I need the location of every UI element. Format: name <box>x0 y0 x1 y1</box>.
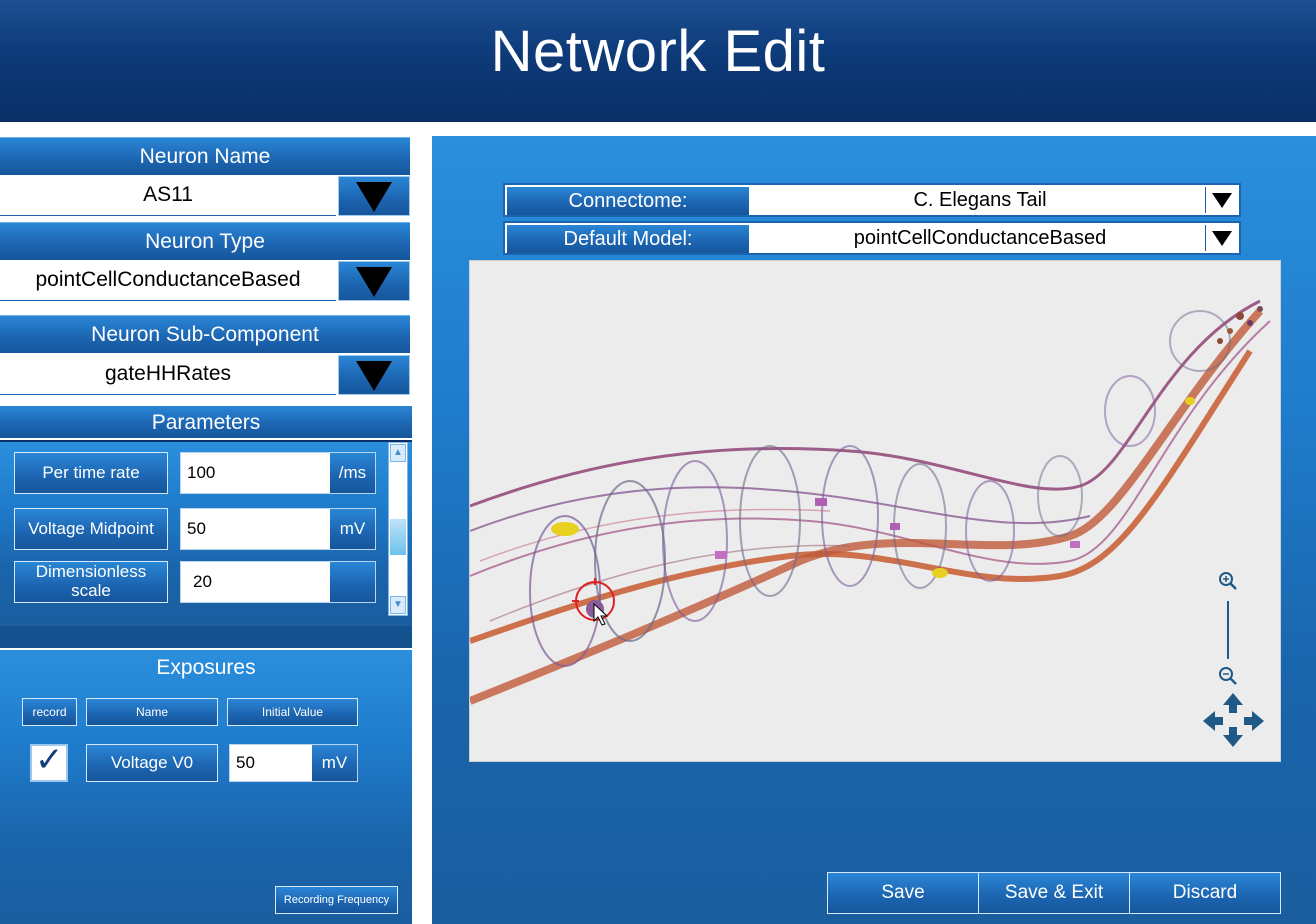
scroll-thumb[interactable] <box>390 519 406 555</box>
zoom-in-icon[interactable] <box>1219 572 1237 590</box>
param-per-time-rate-label: Per time rate <box>14 452 168 494</box>
connectome-dropdown-button[interactable] <box>1205 187 1237 213</box>
param-voltage-midpoint-input[interactable]: 50 mV <box>180 508 376 550</box>
exposure-initial-value-input[interactable]: 50 mV <box>229 744 358 782</box>
dropdown-triangle-icon <box>1212 193 1232 208</box>
zoom-out-icon[interactable] <box>1219 667 1237 685</box>
dropdown-triangle-icon <box>356 361 392 391</box>
default-model-value: pointCellConductanceBased <box>853 227 1107 249</box>
param-value: 100 <box>187 463 216 482</box>
save-exit-button[interactable]: Save & Exit <box>978 872 1130 914</box>
recording-frequency-button[interactable]: Recording Frequency <box>275 886 398 914</box>
neuron-type-dropdown-button[interactable] <box>338 261 410 301</box>
param-unit <box>329 562 375 602</box>
exposure-unit: mV <box>311 745 357 781</box>
record-checkbox[interactable]: ✓ <box>30 741 68 782</box>
worm-model-render[interactable] <box>470 261 1281 762</box>
pan-arrows-icon[interactable] <box>1203 693 1264 747</box>
name-column-header[interactable]: Name <box>86 698 218 726</box>
neuron-sub-component-select[interactable]: gateHHRates <box>0 355 410 397</box>
neuron-name-header: Neuron Name <box>0 137 410 175</box>
parameters-scrollbar[interactable]: ▲ ▼ <box>388 442 408 616</box>
neuron-name-dropdown-button[interactable] <box>338 176 410 216</box>
header-bar: Network Edit <box>0 0 1316 122</box>
default-model-label: Default Model: <box>507 225 749 253</box>
neuron-sub-component-value: gateHHRates <box>0 355 336 395</box>
dropdown-triangle-icon <box>356 267 392 297</box>
parameters-title: Parameters <box>0 406 412 438</box>
neuron-name-select[interactable]: AS11 <box>0 176 410 218</box>
parameters-footer <box>0 626 412 648</box>
dropdown-triangle-icon <box>356 182 392 212</box>
connectome-select[interactable]: Connectome: C. Elegans Tail <box>503 183 1241 217</box>
param-per-time-rate-input[interactable]: 100 /ms <box>180 452 376 494</box>
param-value: 20 <box>193 572 212 591</box>
neuron-type-value: pointCellConductanceBased <box>0 261 336 301</box>
exposure-value: 50 <box>236 753 255 772</box>
connectome-value: C. Elegans Tail <box>913 189 1047 211</box>
neuron-type-select[interactable]: pointCellConductanceBased <box>0 261 410 303</box>
checkmark-icon: ✓ <box>35 741 64 779</box>
discard-button[interactable]: Discard <box>1129 872 1281 914</box>
page-title: Network Edit <box>490 19 826 84</box>
param-dimensionless-scale-input[interactable]: 20 <box>180 561 376 603</box>
neuron-sub-component-dropdown-button[interactable] <box>338 355 410 395</box>
scroll-down-icon[interactable]: ▼ <box>390 596 406 614</box>
initial-value-column-header[interactable]: Initial Value <box>227 698 358 726</box>
connectome-label: Connectome: <box>507 187 749 215</box>
3d-viewer[interactable] <box>469 260 1281 762</box>
default-model-dropdown-button[interactable] <box>1205 225 1237 251</box>
param-value: 50 <box>187 519 206 538</box>
scroll-up-icon[interactable]: ▲ <box>390 444 406 462</box>
exposures-panel: Exposures <box>0 650 412 924</box>
neuron-sub-component-header: Neuron Sub-Component <box>0 315 410 353</box>
exposures-title: Exposures <box>156 656 256 679</box>
param-unit: mV <box>329 509 375 549</box>
neuron-type-header: Neuron Type <box>0 222 410 260</box>
param-voltage-midpoint-label: Voltage Midpoint <box>14 508 168 550</box>
exposure-name-button[interactable]: Voltage V0 <box>86 744 218 782</box>
param-unit: /ms <box>329 453 375 493</box>
default-model-select[interactable]: Default Model: pointCellConductanceBased <box>503 221 1241 255</box>
neuron-name-value: AS11 <box>0 176 336 216</box>
dropdown-triangle-icon <box>1212 231 1232 246</box>
param-dimensionless-scale-label: Dimensionless scale <box>14 561 168 603</box>
record-column-header[interactable]: record <box>22 698 77 726</box>
save-button[interactable]: Save <box>827 872 979 914</box>
